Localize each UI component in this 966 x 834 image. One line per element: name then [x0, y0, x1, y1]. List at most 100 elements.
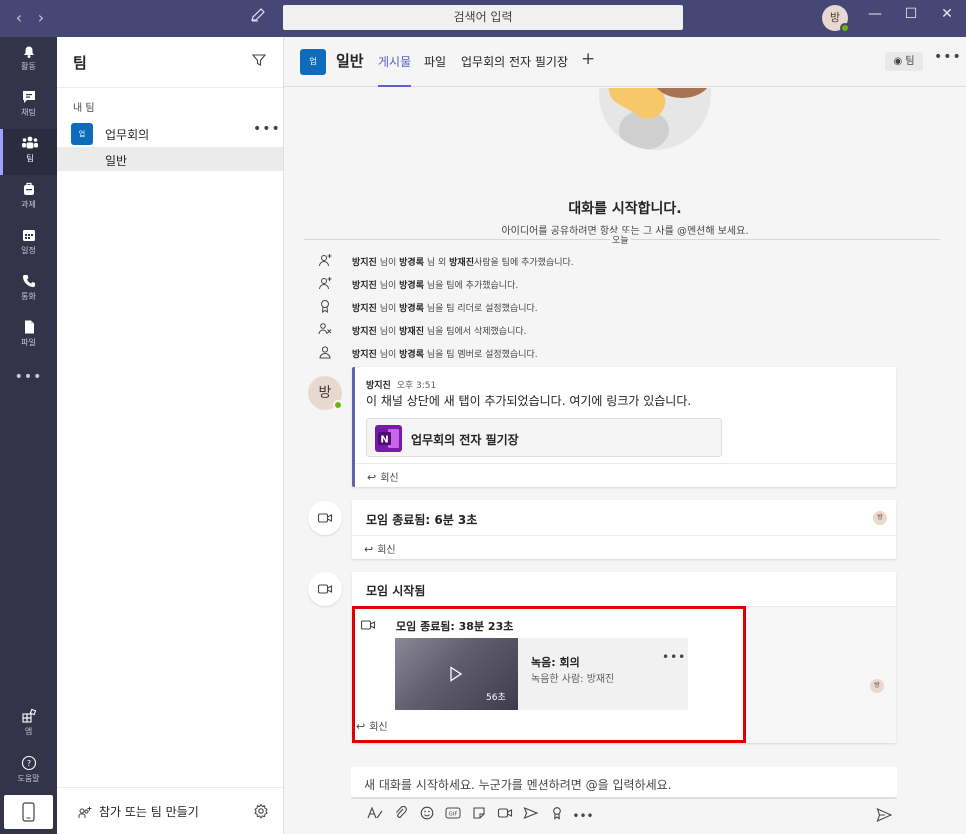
calendar-icon [22, 230, 35, 241]
avatar-initial: 방 [829, 11, 841, 24]
meeting-title: 모임 시작됨 [366, 584, 426, 598]
search-input[interactable]: 검색어 입력 [283, 5, 683, 30]
new-chat-icon[interactable] [250, 7, 272, 29]
send-icon[interactable] [876, 807, 893, 826]
post-text: 이 채널 상단에 새 탭이 추가되었습니다. 여기에 링크가 있습니다. [366, 394, 692, 408]
history-nav: ‹ › [8, 8, 52, 27]
play-icon[interactable] [449, 666, 463, 682]
profile-avatar[interactable]: 방 [822, 5, 850, 33]
gif-icon[interactable]: GIF [440, 806, 466, 823]
apps-icon [21, 708, 36, 723]
filter-icon[interactable] [251, 52, 267, 71]
header-more-icon[interactable]: ••• [934, 49, 962, 65]
close-icon[interactable]: ✕ [932, 6, 962, 22]
more-apps-icon[interactable]: ••• [0, 369, 57, 385]
recording-card[interactable]: 56초 녹음: 회의 녹음한 사람: 방재진 ••• [395, 638, 688, 710]
compose-placeholder: 새 대화를 시작하세요. 누군가를 멘션하려면 @을 입력하세요. [364, 778, 672, 792]
participant-avatar[interactable]: 방 [870, 679, 884, 693]
compose-box[interactable]: 새 대화를 시작하세요. 누군가를 멘션하려면 @을 입력하세요. [351, 767, 897, 799]
recording-more-icon[interactable]: ••• [662, 650, 686, 664]
channel-item-general[interactable]: 일반 [57, 147, 283, 171]
avatar-initial: 방 [318, 385, 332, 401]
rail-item-activity[interactable]: 활동 [0, 37, 57, 83]
divider [57, 87, 283, 88]
avatar[interactable]: 방 [308, 376, 343, 410]
recording-by: 녹음한 사람: 방재진 [531, 674, 615, 685]
channel-header: 업 일반 게시물 파일 업무회의 전자 필기장 + ◉ 팀 ••• [284, 37, 966, 87]
add-tab-button[interactable]: + [581, 49, 595, 69]
reply-button[interactable]: ↩ 회신 [367, 469, 399, 484]
add-member-icon [319, 254, 332, 267]
praise-icon[interactable] [544, 806, 570, 823]
rail-label: 파일 [21, 338, 36, 347]
participant-avatar[interactable]: 방 [873, 511, 887, 525]
maximize-icon[interactable]: ☐ [896, 6, 926, 22]
onenote-icon: N [375, 425, 402, 452]
recording-duration: 56초 [486, 693, 506, 703]
attach-icon[interactable] [388, 805, 414, 823]
svg-text:?: ? [26, 759, 30, 768]
attachment-name: 업무회의 전자 필기장 [411, 433, 519, 447]
title-bar: ‹ › 검색어 입력 방 — ☐ ✕ [0, 0, 966, 37]
recording-title: 녹음: 회의 [531, 656, 580, 669]
schedule-send-icon[interactable] [518, 806, 544, 823]
minimize-icon[interactable]: — [860, 6, 890, 22]
welcome-illustration [599, 88, 711, 150]
post-author: 방지진 [366, 381, 391, 391]
team-more-icon[interactable]: ••• [253, 121, 281, 137]
conversation-pane: 대화를 시작합니다. 아이디어를 공유하려면 항상 또는 그 사를 @멘션해 보… [284, 88, 966, 768]
rail-item-files[interactable]: 파일 [0, 313, 57, 359]
team-item[interactable]: 업 업무회의 ••• [71, 121, 281, 145]
rail-item-calls[interactable]: 통화 [0, 267, 57, 313]
rail-label: 도움말 [17, 774, 40, 783]
gear-icon[interactable] [253, 803, 269, 822]
help-icon: ? [21, 755, 36, 771]
video-camera-icon [360, 620, 376, 630]
reply-button[interactable]: ↩ 회신 [364, 541, 396, 556]
post-card: 방지진 오후 3:51 이 채널 상단에 새 탭이 추가되었습니다. 여기에 링… [352, 367, 896, 487]
rail-item-chat[interactable]: 채팅 [0, 83, 57, 129]
teams-icon [22, 136, 38, 149]
tab-posts[interactable]: 게시물 [378, 53, 412, 87]
sticker-icon[interactable] [466, 806, 492, 823]
add-team-icon [78, 806, 92, 818]
rail-item-help[interactable]: ? 도움말 [0, 749, 57, 795]
recording-thumbnail[interactable]: 56초 [395, 638, 518, 710]
back-icon[interactable]: ‹ [8, 8, 30, 27]
format-icon[interactable] [362, 806, 388, 823]
reply-button[interactable]: ↩ 회신 [356, 718, 388, 733]
divider [57, 787, 283, 788]
rail-item-teams[interactable]: 팀 [0, 129, 57, 175]
meeting-ended-label: 모임 종료됨: 38분 23초 [396, 620, 514, 633]
meet-now-icon[interactable] [492, 806, 518, 823]
tab-files[interactable]: 파일 [424, 53, 446, 87]
welcome-title: 대화를 시작합니다. [568, 201, 682, 217]
mobile-device-button[interactable] [4, 795, 53, 829]
more-options-icon[interactable]: ••• [570, 809, 596, 823]
file-icon [24, 320, 34, 334]
rail-label: 채팅 [21, 108, 36, 117]
add-member-icon [319, 277, 332, 290]
rail-item-assignments[interactable]: 과제 [0, 175, 57, 221]
phone-icon [22, 275, 35, 287]
rail-item-apps[interactable]: 앱 [0, 702, 57, 748]
emoji-icon[interactable] [414, 806, 440, 823]
rail-label: 활동 [21, 62, 36, 71]
bell-icon [23, 46, 34, 58]
presence-available-icon [333, 400, 343, 410]
meeting-avatar [308, 501, 342, 535]
tab-notebook[interactable]: 업무회의 전자 필기장 [461, 53, 568, 87]
team-view-button[interactable]: ◉ 팀 [885, 52, 923, 71]
svg-text:GIF: GIF [448, 812, 457, 818]
rail-item-calendar[interactable]: 일정 [0, 221, 57, 267]
channel-name: 일반 [105, 154, 128, 168]
section-label: 내 팀 [73, 103, 95, 114]
join-or-create-team-button[interactable]: 참가 또는 팀 만들기 [77, 803, 199, 820]
meeting-title: 모임 종료됨: 6분 3초 [366, 513, 478, 527]
forward-icon[interactable]: › [30, 8, 52, 27]
member-icon [319, 346, 331, 359]
reply-icon: ↩ [364, 543, 374, 556]
team-button-label: 팀 [905, 56, 915, 67]
notebook-attachment[interactable]: N 업무회의 전자 필기장 [366, 418, 722, 457]
backpack-icon [23, 182, 34, 195]
